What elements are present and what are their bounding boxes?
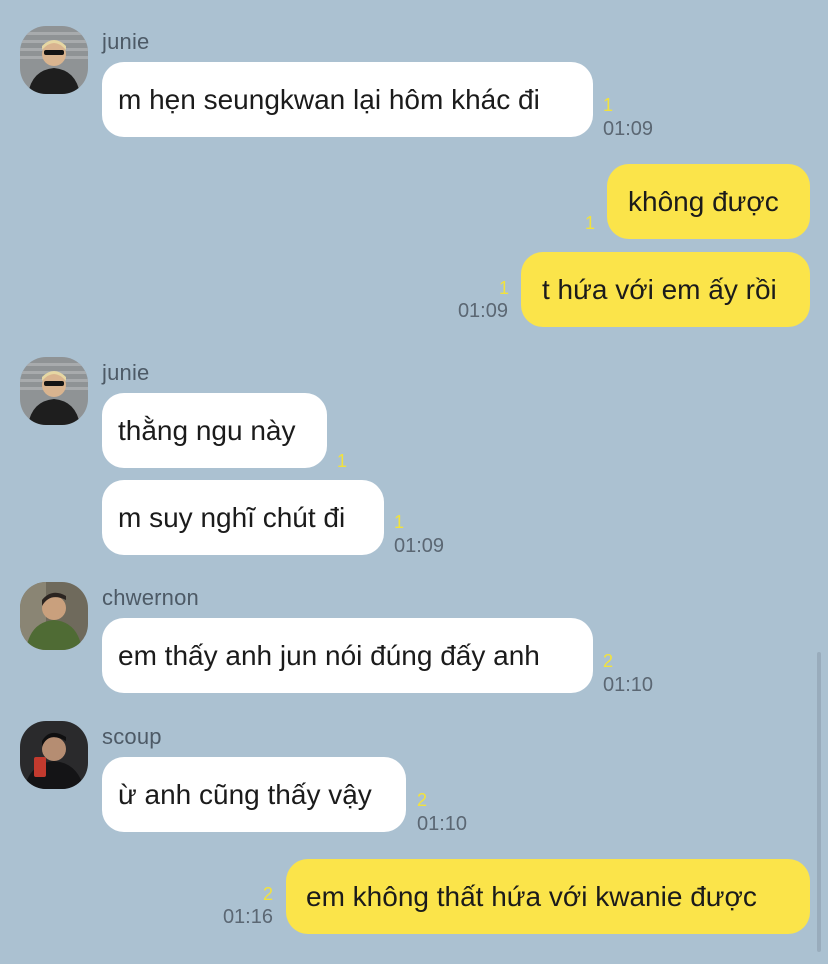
unread-count: 1 — [394, 512, 405, 532]
scoup-avatar-image — [20, 721, 88, 789]
unread-count: 2 — [417, 790, 428, 810]
message-bubble[interactable]: không được — [607, 164, 810, 239]
message-time: 01:09 — [457, 300, 508, 322]
avatar-junie[interactable] — [20, 357, 88, 425]
chwernon-avatar-image — [20, 582, 88, 650]
unread-count: 2 — [262, 884, 273, 904]
message-time: 01:09 — [394, 535, 445, 557]
message-bubble[interactable]: em không thất hứa với kwanie được — [286, 859, 810, 934]
avatar-chwernon[interactable] — [20, 582, 88, 650]
sender-name: junie — [102, 29, 150, 54]
sender-name: scoup — [102, 724, 162, 749]
sender-name: chwernon — [102, 585, 199, 610]
unread-count: 1 — [584, 213, 595, 233]
avatar-junie[interactable] — [20, 26, 88, 94]
message-time: 01:16 — [222, 906, 273, 928]
message-time: 01:10 — [417, 813, 468, 835]
message-bubble[interactable]: m suy nghĩ chút đi — [102, 480, 384, 555]
unread-count: 1 — [498, 278, 509, 298]
unread-count: 1 — [337, 451, 348, 471]
message-bubble[interactable]: em thấy anh jun nói đúng đấy anh — [102, 618, 593, 693]
scrollbar[interactable] — [817, 652, 821, 952]
junie-avatar-image — [20, 357, 88, 425]
unread-count: 2 — [603, 651, 614, 671]
message-time: 01:09 — [603, 118, 654, 140]
message-bubble[interactable]: thằng ngu này — [102, 393, 327, 468]
junie-avatar-image — [20, 26, 88, 94]
sender-name: junie — [102, 360, 150, 385]
avatar-scoup[interactable] — [20, 721, 88, 789]
unread-count: 1 — [603, 95, 614, 115]
message-time: 01:10 — [603, 674, 654, 696]
message-bubble[interactable]: m hẹn seungkwan lại hôm khác đi — [102, 62, 593, 137]
message-bubble[interactable]: ừ anh cũng thấy vậy — [102, 757, 406, 832]
message-bubble[interactable]: t hứa với em ấy rồi — [521, 252, 810, 327]
